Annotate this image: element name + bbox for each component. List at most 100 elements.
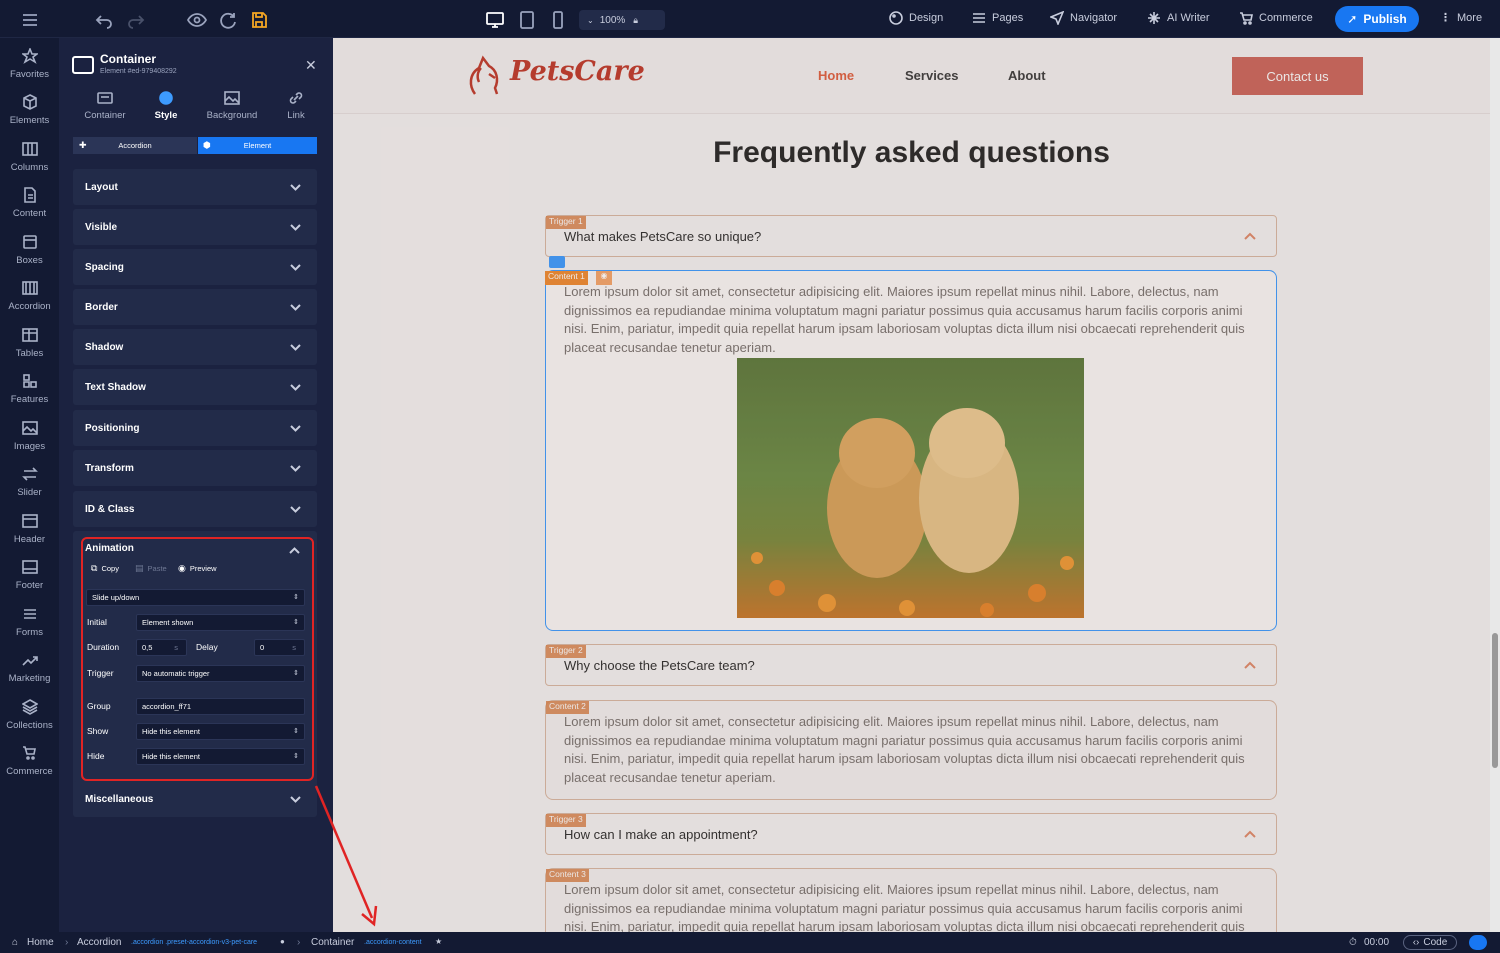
tab-background[interactable]: Background [202,90,262,121]
section-transform[interactable]: Transform [73,450,317,486]
zoom-control[interactable]: ⌄ 100% 🔒︎ [579,10,665,30]
section-label: ID & Class [85,503,135,515]
pages-menu[interactable]: Pages [972,11,1023,25]
contact-us-button[interactable]: Contact us [1232,57,1363,95]
accordion-classes[interactable]: .accordion .preset-accordion-v3-pet-care [131,939,257,946]
publish-button[interactable]: ➚ Publish [1335,6,1419,32]
undo-icon[interactable] [94,10,114,30]
accordion-content-1[interactable]: Content 1 ◉ Lorem ipsum dolor sit amet, … [545,256,1277,631]
document-icon [23,187,36,203]
code-brackets-icon: ‹› [1412,937,1420,948]
duration-value: 0,5 [142,643,153,652]
show-select[interactable]: Hide this element ⇕ [136,723,305,740]
ai-writer-menu[interactable]: AI Writer [1147,11,1210,25]
rail-commerce[interactable]: Commerce [0,743,59,787]
rail-images[interactable]: Images [0,418,59,462]
design-menu[interactable]: Design [889,11,943,25]
preview-button[interactable]: ◉ Preview [178,563,217,574]
section-positioning[interactable]: Positioning [73,410,317,446]
section-text-shadow[interactable]: Text Shadow [73,369,317,405]
tablet-view-icon[interactable] [517,10,537,30]
container-classes[interactable]: .accordion-content [364,939,422,946]
chevron-up-icon [1244,230,1256,242]
nav-home[interactable]: Home [818,68,854,83]
rail-slider[interactable]: Slider [0,464,59,508]
panel-subtitle: Element #ed-979408292 [100,68,177,75]
hide-select[interactable]: Hide this element ⇕ [136,748,305,765]
rail-marketing[interactable]: Marketing [0,650,59,694]
close-icon[interactable]: ✕ [305,57,317,74]
chevron-up-icon[interactable] [289,545,300,556]
accordion-content-2[interactable]: Content 2 Lorem ipsum dolor sit amet, co… [545,700,1277,800]
section-id-class[interactable]: ID & Class [73,491,317,527]
trigger-select[interactable]: No automatic trigger ⇕ [136,665,305,682]
copy-button[interactable]: ⧉ Copy [91,563,119,574]
breadcrumb-container[interactable]: Container [311,937,354,948]
rail-forms[interactable]: Forms [0,604,59,648]
chevron-down-icon [290,222,301,233]
accordion-content-3[interactable]: Content 3 Lorem ipsum dolor sit amet, co… [545,868,1277,932]
accordion-trigger-1[interactable]: Trigger 1 What makes PetsCare so unique? [545,215,1277,257]
accordion-trigger-3[interactable]: Trigger 3 How can I make an appointment? [545,813,1277,855]
mobile-view-icon[interactable] [548,10,568,30]
rail-accordion[interactable]: Accordion [0,278,59,322]
breadcrumb-home[interactable]: Home [27,937,54,948]
rail-footer[interactable]: Footer [0,557,59,601]
canvas-scrollbar[interactable] [1490,38,1500,932]
lock-icon[interactable]: 🔒︎ [633,15,638,26]
section-miscellaneous[interactable]: Miscellaneous [73,781,317,817]
rail-collections[interactable]: Collections [0,697,59,741]
section-shadow[interactable]: Shadow [73,329,317,365]
nav-about[interactable]: About [1008,68,1046,83]
segment-element[interactable]: ⬢ Element [198,137,317,154]
duration-input[interactable]: 0,5 s [136,639,187,656]
rail-content[interactable]: Content [0,185,59,229]
rail-tables[interactable]: Tables [0,325,59,369]
breadcrumb-accordion[interactable]: Accordion [77,937,121,948]
rail-elements[interactable]: Elements [0,92,59,136]
rail-columns[interactable]: Columns [0,139,59,183]
more-menu[interactable]: ⋮ More [1440,11,1483,25]
group-input[interactable]: accordion_ff71 [136,698,305,715]
redo-icon[interactable] [126,10,146,30]
initial-select[interactable]: Element shown ⇕ [136,614,305,631]
desktop-view-icon[interactable] [485,10,505,30]
list-icon [973,13,985,23]
tab-style[interactable]: Style [136,90,196,121]
scrollbar-thumb[interactable] [1492,633,1498,768]
section-border[interactable]: Border [73,289,317,325]
paste-button[interactable]: ▤ Paste [135,563,167,574]
segment-accordion[interactable]: ✚ Accordion [73,137,197,154]
effect-select[interactable]: Slide up/down ⇕ [86,589,305,606]
rail-label: Favorites [9,69,50,80]
publish-label: Publish [1363,12,1407,26]
chevron-down-icon [290,463,301,474]
section-visible[interactable]: Visible [73,209,317,245]
rail-header[interactable]: Header [0,511,59,555]
group-label: Group [87,701,111,711]
image-icon [224,91,240,105]
accordion-trigger-2[interactable]: Trigger 2 Why choose the PetsCare team? [545,644,1277,686]
tab-link[interactable]: Link [266,90,326,121]
nav-services[interactable]: Services [905,68,959,83]
more-label: More [1457,11,1483,24]
navigator-menu[interactable]: Navigator [1050,11,1117,25]
preview-eye-icon[interactable] [187,10,207,30]
code-button[interactable]: ‹› Code [1403,935,1457,950]
rail-boxes[interactable]: Boxes [0,232,59,276]
section-layout[interactable]: Layout [73,169,317,205]
refresh-icon[interactable] [218,10,238,30]
section-spacing[interactable]: Spacing [73,249,317,285]
trigger-label: Trigger [87,668,114,678]
commerce-menu[interactable]: Commerce [1239,11,1313,25]
rail-features[interactable]: Features [0,371,59,415]
hamburger-menu-icon[interactable] [20,10,40,30]
shield-icon[interactable] [1469,935,1487,950]
delay-input[interactable]: 0s [254,639,305,656]
zoom-level: 100% [599,14,626,26]
save-icon[interactable] [249,10,269,30]
tab-container[interactable]: Container [75,90,135,121]
timer-value: 00:00 [1364,937,1390,948]
rail-favorites[interactable]: Favorites [0,46,59,90]
container-handle-icon[interactable] [549,256,565,268]
